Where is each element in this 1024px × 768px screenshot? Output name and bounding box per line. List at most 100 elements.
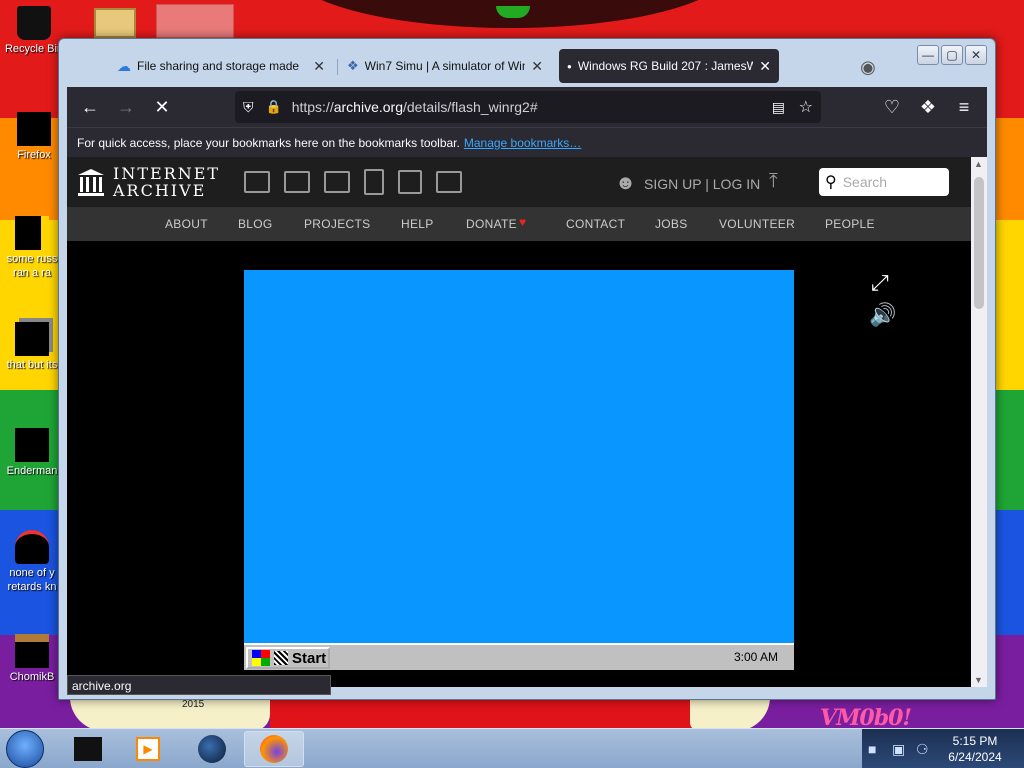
texts-icon[interactable] [284,171,311,193]
url-prefix: https:// [291,99,334,115]
images-icon[interactable] [436,171,463,193]
close-tab-icon[interactable]: ✕ [759,58,771,75]
flash-emulator-screen[interactable]: Start 3:00 AM [244,270,794,670]
ia-logo-line1: INTERNET [113,164,221,183]
ia-search-input[interactable]: ⚲ Search [819,168,949,196]
reader-view-icon[interactable]: ▤ [772,99,785,116]
desktop-icon-app[interactable]: none of y retards kn [0,530,64,594]
desktop-icon-document[interactable]: some russ ran a ra [0,216,64,280]
desktop-icon-enderman[interactable]: Enderman [0,428,64,478]
ia-account[interactable]: ☻ SIGN UP | LOG IN [615,172,760,195]
document-icon [15,216,49,250]
wallpaper-shape [70,697,270,731]
start-orb-icon[interactable] [6,730,44,768]
desktop-icon-label: that but its [6,359,58,371]
nav-jobs[interactable]: JOBS [655,217,688,231]
firefox-icon [260,735,288,763]
desktop-icon-folder[interactable] [94,8,136,38]
desktop-icon-folder[interactable]: that but its [0,322,64,372]
desktop: Recycle Bin Firefox some russ ran a ra t… [0,0,1024,768]
nav-about[interactable]: ABOUT [165,217,208,231]
nav-people[interactable]: PEOPLE [825,217,875,231]
lock-icon[interactable]: 🔒 [266,99,282,115]
audio-icon[interactable] [364,169,385,195]
cloud-icon: ☁ [117,57,131,74]
close-window-button[interactable]: ✕ [965,45,987,65]
tab-title: File sharing and storage made [137,59,300,73]
nav-volunteer[interactable]: VOLUNTEER [719,217,795,231]
folder-icon [15,322,49,356]
page-content: INTERNET ARCHIVE ☻ SIGN UP | LOG IN ⤒ ⚲ … [67,157,971,687]
web-icon[interactable] [244,171,271,193]
shield-icon[interactable]: ⛨ [243,99,254,116]
back-icon[interactable]: ← [75,92,105,122]
nav-donate[interactable]: DONATE [466,217,517,231]
window-controls: — ▢ ✕ [915,45,987,65]
ia-nav-bar: ABOUT BLOG PROJECTS HELP DONATE ♥ CONTAC… [67,207,971,241]
taskbar-app-globe[interactable] [182,731,242,767]
browser-window: ☁ File sharing and storage made ✕ ❖ Win7… [58,38,996,700]
nav-projects[interactable]: PROJECTS [304,217,370,231]
desktop-icon-label: none of y [9,567,55,579]
desktop-icon-firefox[interactable]: Firefox [2,112,66,162]
nav-help[interactable]: HELP [401,217,434,231]
forward-icon[interactable]: → [111,92,141,122]
maximize-button[interactable]: ▢ [941,45,963,65]
tab-file-sharing[interactable]: ☁ File sharing and storage made ✕ [109,49,333,83]
manage-bookmarks-link[interactable]: Manage bookmarks… [464,136,581,150]
explorer-icon [74,737,102,761]
system-clock[interactable]: 5:15 PM 6/24/2024 [940,733,1010,765]
scroll-down-icon[interactable]: ▼ [974,675,983,685]
minimize-button[interactable]: — [917,45,939,65]
software-icon[interactable] [398,170,423,194]
close-tab-icon[interactable]: ✕ [313,58,325,75]
wallpaper-shape [690,697,770,731]
bookmark-star-icon[interactable]: ☆ [799,97,813,117]
tab-windows-rg[interactable]: ● Windows RG Build 207 : JamesW ✕ [559,49,779,83]
pocket-icon[interactable]: ♡ [877,92,907,122]
emulated-start-button[interactable]: Start [246,647,330,669]
ia-logo[interactable]: INTERNET ARCHIVE [77,165,220,199]
scroll-up-icon[interactable]: ▲ [974,159,983,169]
stop-loading-icon[interactable]: ✕ [147,92,177,122]
tab-win7-simu[interactable]: ❖ Win7 Simu | A simulator of Win ✕ [339,49,551,83]
network-icon[interactable]: ▣ [892,741,905,758]
firefox-icon [17,112,51,146]
nav-contact[interactable]: CONTACT [566,217,625,231]
volume-tray-icon[interactable]: ⚆ [916,741,929,758]
page-scrollbar[interactable]: ▲ ▼ [971,157,987,687]
user-icon: ☻ [615,172,637,194]
taskbar-app-media[interactable]: ▶ [118,731,178,767]
upload-icon[interactable]: ⤒ [769,170,778,193]
heart-icon: ♥ [519,215,527,229]
close-tab-icon[interactable]: ✕ [531,58,543,75]
url-path: /details/flash_winrg2# [402,99,538,115]
sign-up-login-link[interactable]: SIGN UP | LOG IN [644,176,760,192]
app-icon [15,530,49,564]
extensions-icon[interactable]: ❖ [913,92,943,122]
video-icon[interactable] [324,171,351,193]
scrollbar-thumb[interactable] [974,177,984,309]
desktop-icon-chomik[interactable]: ChomikB [0,634,64,684]
search-placeholder: Search [842,174,888,190]
desktop-icon-selected[interactable] [156,4,234,38]
recycle-bin-icon [17,6,51,40]
new-tab-icon[interactable]: ◉ [857,57,879,79]
volume-icon[interactable]: 🔊 [869,302,896,328]
media-player-icon: ▶ [136,737,160,761]
nav-blog[interactable]: BLOG [238,217,273,231]
desktop-icon-label: ChomikB [9,671,55,683]
tab-strip: ☁ File sharing and storage made ✕ ❖ Win7… [67,47,917,85]
windows-logo-icon [252,650,270,666]
url-bar[interactable]: ⛨ 🔒 https://archive.org/details/flash_wi… [235,91,821,123]
tray-app-icon[interactable]: ■ [868,741,876,757]
desktop-icon-label: retards kn [7,581,57,593]
taskbar-app-firefox[interactable] [244,731,304,767]
status-bar: archive.org [67,675,331,695]
search-icon: ⚲ [825,174,837,191]
taskbar-app-explorer[interactable] [58,731,118,767]
menu-icon[interactable]: ≡ [949,92,979,122]
tab-divider [337,59,338,75]
desktop-icon-recycle-bin[interactable]: Recycle Bin [2,6,66,56]
fullscreen-icon[interactable]: ⤢ [871,270,889,296]
